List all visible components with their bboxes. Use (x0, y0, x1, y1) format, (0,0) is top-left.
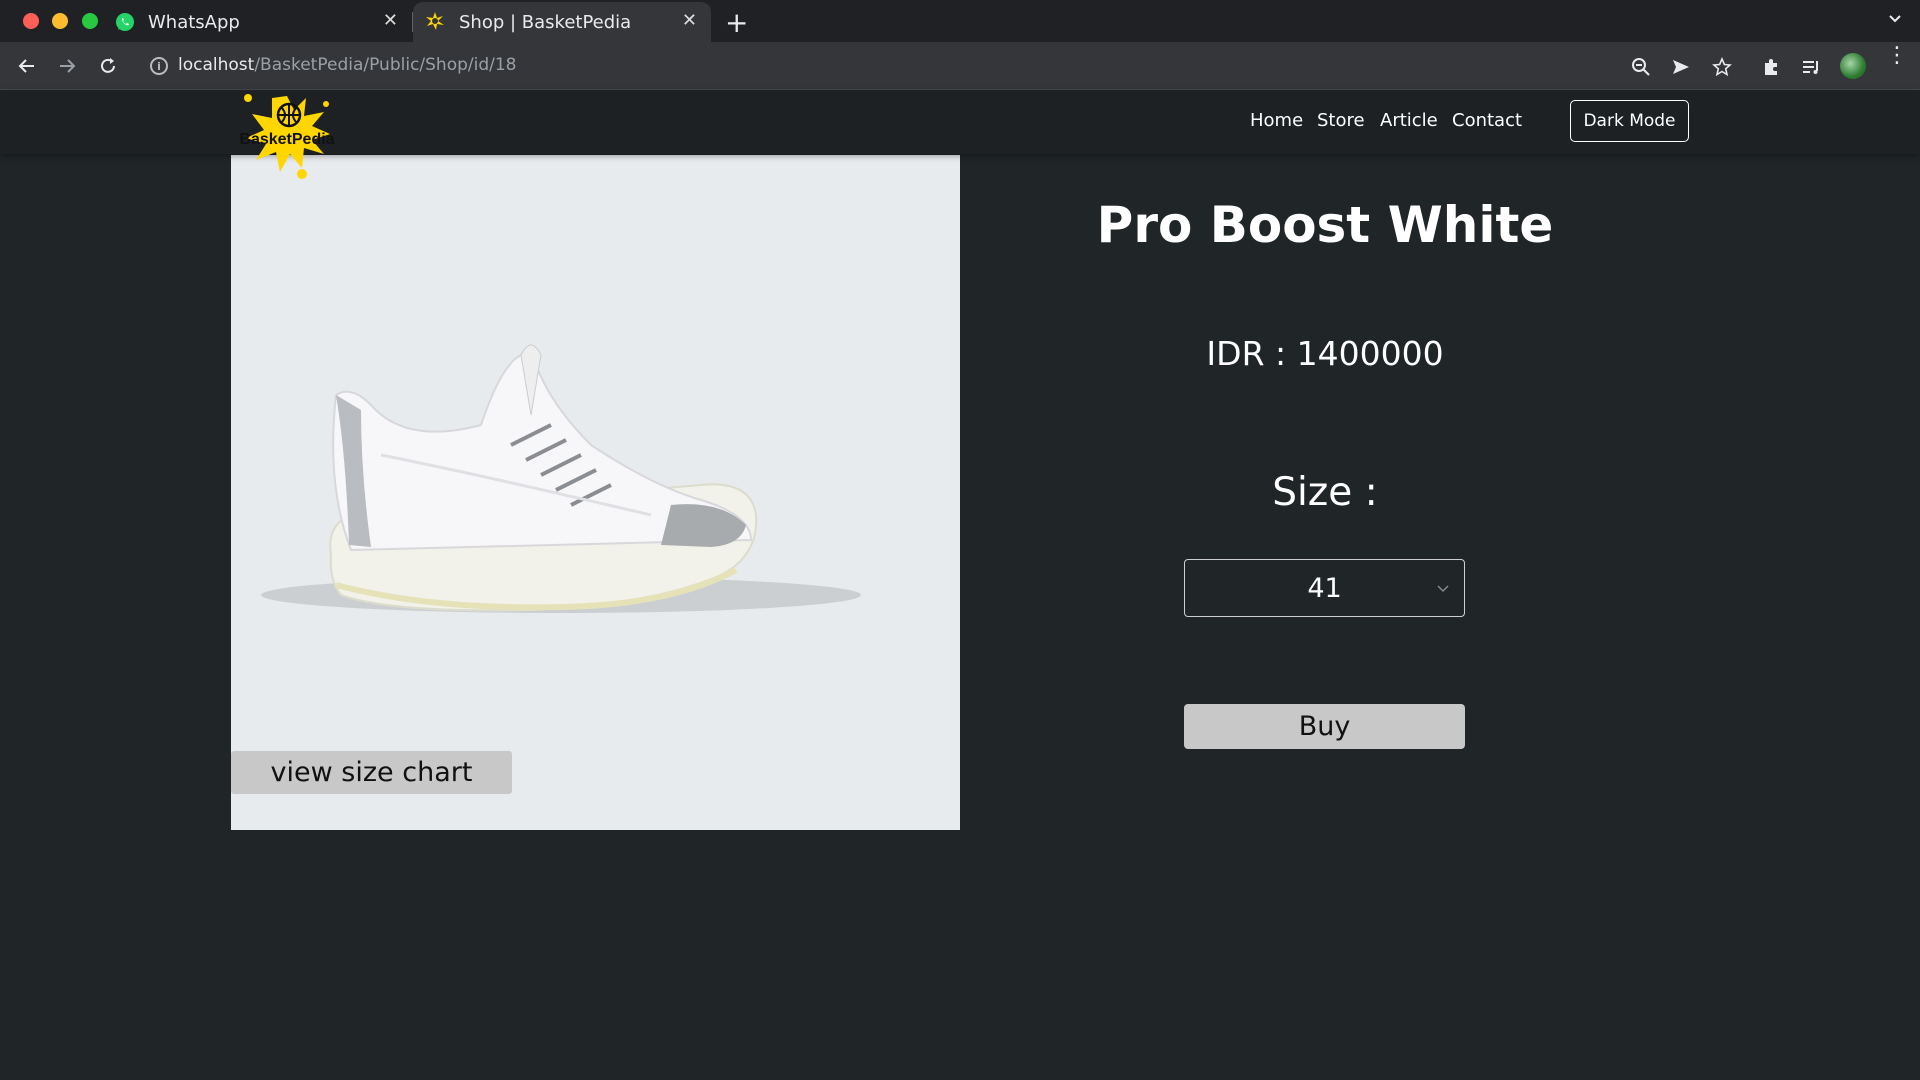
chevron-down-icon (1436, 580, 1450, 594)
profile-avatar[interactable] (1840, 53, 1866, 79)
reading-list-icon[interactable] (1798, 54, 1824, 80)
browser-tab-strip: WhatsApp ✕ Shop | BasketPedia ✕ + (0, 0, 1920, 42)
basketpedia-favicon-icon (425, 11, 447, 33)
url-text: localhost/BasketPedia/Public/Shop/id/18 (178, 55, 517, 75)
site-info-icon[interactable]: i (150, 57, 168, 75)
product-image (231, 155, 960, 830)
size-label: Size : (1272, 470, 1378, 515)
nav-store[interactable]: Store (1317, 110, 1365, 131)
send-icon[interactable] (1668, 54, 1694, 80)
nav-article[interactable]: Article (1380, 110, 1438, 131)
tab-basketpedia-shop[interactable]: Shop | BasketPedia ✕ (413, 2, 711, 42)
sneaker-illustration (261, 344, 861, 613)
product-price: IDR : 1400000 (1206, 334, 1444, 373)
tab-title: Shop | BasketPedia (459, 11, 632, 33)
product-title: Pro Boost White (1096, 196, 1554, 254)
window-close-button[interactable] (23, 13, 39, 29)
menu-kebab-icon[interactable]: ⋮ (1886, 45, 1908, 67)
browser-toolbar: i localhost/BasketPedia/Public/Shop/id/1… (0, 42, 1920, 90)
whatsapp-icon (114, 11, 136, 33)
window-maximize-button[interactable] (82, 13, 98, 29)
nav-contact[interactable]: Contact (1452, 110, 1522, 131)
tab-search-chevron-icon[interactable] (1888, 10, 1902, 29)
window-minimize-button[interactable] (52, 13, 68, 29)
tab-whatsapp[interactable]: WhatsApp ✕ (114, 2, 412, 42)
zoom-icon[interactable] (1628, 54, 1654, 80)
new-tab-button[interactable]: + (725, 6, 748, 39)
logo-text: BasketPedia (239, 131, 334, 148)
address-bar[interactable]: i localhost/BasketPedia/Public/Shop/id/1… (140, 48, 1680, 84)
buy-button[interactable]: Buy (1184, 704, 1465, 749)
tab-close-icon[interactable]: ✕ (682, 10, 697, 31)
reload-icon[interactable] (96, 54, 120, 78)
size-select[interactable]: 41 (1184, 559, 1465, 617)
extensions-icon[interactable] (1758, 54, 1784, 80)
tab-title: WhatsApp (148, 11, 240, 33)
view-size-chart-button[interactable]: view size chart (231, 751, 512, 794)
tab-close-icon[interactable]: ✕ (383, 10, 398, 31)
basketpedia-logo[interactable]: BasketPedia (232, 88, 342, 182)
selected-size-value: 41 (1307, 573, 1342, 604)
forward-arrow-icon[interactable] (55, 54, 79, 78)
dark-mode-button[interactable]: Dark Mode (1570, 100, 1689, 142)
nav-home[interactable]: Home (1250, 110, 1303, 131)
star-icon[interactable] (1709, 54, 1735, 80)
back-arrow-icon[interactable] (15, 54, 39, 78)
